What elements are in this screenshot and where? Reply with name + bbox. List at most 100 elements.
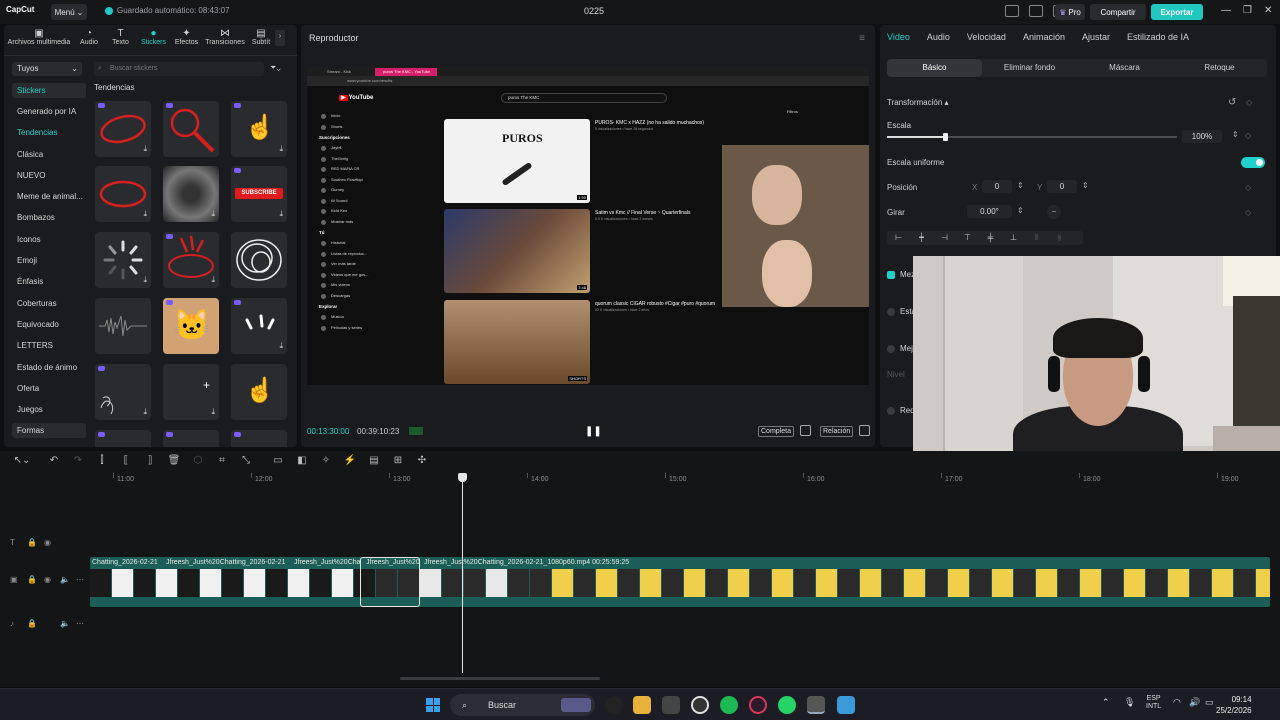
blend-checkbox[interactable] — [887, 271, 895, 279]
stepper-icon[interactable]: ⇕ — [1017, 206, 1024, 215]
category-select[interactable]: Tuyos ⌄ — [12, 62, 82, 76]
reduce-checkbox[interactable] — [887, 407, 895, 415]
editor-icon[interactable] — [837, 696, 855, 714]
align-left-icon[interactable]: ⊢ — [887, 231, 910, 245]
sticker-partial-2[interactable] — [163, 430, 219, 447]
sticker-subscribe[interactable]: SUBSCRIBE ⤓ — [231, 166, 287, 222]
download-icon[interactable]: ⤓ — [279, 209, 283, 219]
subtab-retouch[interactable]: Retoque — [1172, 59, 1267, 77]
uniform-scale-toggle[interactable] — [1241, 157, 1265, 168]
sticker-twinkle[interactable]: + ⤓ — [163, 364, 219, 420]
windows-start-icon[interactable] — [426, 698, 440, 712]
pro-button[interactable]: ♛ Pro — [1055, 4, 1085, 20]
sticker-category-item[interactable]: Iconos — [12, 232, 86, 253]
split-icon[interactable]: ⫿ — [90, 455, 114, 466]
pos-x-input[interactable]: 0 — [982, 180, 1012, 193]
ratio-button[interactable]: Relación — [820, 426, 854, 437]
sticker-category-item[interactable]: Tendencias — [12, 125, 86, 146]
magic-icon[interactable]: ⚡ — [338, 455, 362, 466]
download-icon[interactable]: ⤓ — [211, 407, 215, 417]
crop-icon[interactable]: ⌗ — [210, 455, 234, 466]
playhead[interactable] — [458, 473, 467, 673]
lock-icon[interactable]: 🔒 — [27, 619, 37, 628]
volume-icon[interactable]: 🔈 — [60, 575, 70, 584]
sticker-category-item[interactable]: Equivocado — [12, 317, 86, 338]
chevron-up-icon[interactable]: ⌃ — [1102, 697, 1110, 708]
fullscreen-icon[interactable] — [859, 425, 870, 436]
sticker-cat[interactable]: 🐱 — [163, 298, 219, 354]
tab-audio[interactable]: ◔ Audio — [74, 25, 104, 51]
capcut-active-icon[interactable] — [807, 696, 825, 714]
slider-handle[interactable] — [943, 133, 948, 141]
download-icon[interactable]: ⤓ — [143, 407, 147, 417]
clock[interactable]: 09:14 25/2/2026 — [1216, 694, 1252, 716]
microphone-icon[interactable]: 🎙 — [1124, 697, 1135, 708]
ai-tools-icon[interactable]: ⊞ — [386, 455, 410, 466]
sticker-category-item[interactable]: Generado por IA — [12, 104, 86, 125]
pause-button[interactable]: ❚❚ — [585, 426, 602, 437]
eye-icon[interactable]: ◉ — [44, 538, 51, 547]
sticker-category-item[interactable]: Formas — [12, 423, 86, 439]
tab-transitions[interactable]: ⋈ Transiciones — [203, 25, 247, 51]
tab-stickers[interactable]: ● Stickers — [137, 25, 170, 51]
align-top-icon[interactable]: ⊤ — [956, 231, 979, 245]
video-preview[interactable]: Stream - Kick Dashboard puros The KMC - … — [307, 67, 869, 385]
download-icon[interactable]: ⤓ — [211, 209, 215, 219]
download-icon[interactable]: ⤓ — [143, 209, 147, 219]
sticker-category-item[interactable]: Juegos — [12, 402, 86, 423]
timeline-scrollbar[interactable] — [400, 677, 600, 680]
select-tool-icon[interactable]: ↖⌄ — [10, 455, 34, 466]
tab-subtitles[interactable]: ▤ Subtít — [247, 25, 275, 51]
close-icon[interactable]: ✕ — [1264, 5, 1272, 16]
keyframe-icon[interactable]: ◇ — [1245, 183, 1251, 192]
effects-icon[interactable]: ✧ — [314, 455, 338, 466]
maps-icon[interactable] — [605, 696, 623, 714]
volume-icon[interactable]: 🔈 — [60, 619, 70, 628]
lock-icon[interactable]: 🔒 — [27, 575, 37, 584]
download-icon[interactable]: ⤓ — [211, 275, 215, 285]
keyframe-icon[interactable]: ◇ — [1246, 98, 1252, 107]
stabilize-checkbox[interactable] — [887, 308, 895, 316]
sticker-red-burst[interactable]: ⤓ — [163, 232, 219, 288]
tab-audio[interactable]: Audio — [927, 32, 950, 42]
scale-value[interactable]: 100% — [1182, 130, 1222, 143]
sticker-category-item[interactable]: Coberturas — [12, 296, 86, 317]
align-right-icon[interactable]: ⊣ — [933, 231, 956, 245]
sticker-category-item[interactable]: LETTERS — [12, 338, 86, 359]
sticker-category-item[interactable]: Oferta — [12, 381, 86, 402]
tab-adjust[interactable]: Ajustar — [1082, 32, 1110, 42]
split-right-icon[interactable]: ⟧ — [138, 455, 162, 466]
menu-button[interactable]: Menú ⌄ — [51, 4, 87, 20]
maximize-icon[interactable]: ❐ — [1243, 5, 1252, 16]
delete-icon[interactable]: 🗑 — [162, 455, 186, 466]
undo-icon[interactable]: ↶ — [42, 455, 66, 466]
selected-clip[interactable] — [360, 557, 420, 607]
sticker-magnifier[interactable] — [163, 101, 219, 157]
video-track[interactable]: Chatting_2026-02-21 Jfreesh_Just%20Chatt… — [90, 557, 1270, 607]
download-icon[interactable]: ⤓ — [279, 341, 283, 351]
layout-icon[interactable] — [1005, 5, 1019, 17]
sticker-hand-pointer[interactable]: ☝ ⤓ — [231, 101, 287, 157]
keyframe-icon[interactable]: ◇ — [1245, 208, 1251, 217]
sticker-category-item[interactable]: Bombazos — [12, 210, 86, 231]
speed-icon[interactable]: ⤡ — [234, 455, 258, 466]
subtitle-icon[interactable]: ▤ — [362, 455, 386, 466]
keyboard-icon[interactable] — [1029, 5, 1043, 17]
minimize-icon[interactable]: — — [1221, 5, 1231, 16]
obs-icon[interactable] — [691, 696, 709, 714]
sticker-category-item[interactable]: Meme de animal... — [12, 189, 86, 210]
shield-icon[interactable]: ⬡ — [186, 455, 210, 466]
rotate-dial-icon[interactable]: – — [1047, 205, 1061, 219]
search-input[interactable]: ⌕ Buscar stickers — [94, 62, 264, 76]
redo-icon[interactable]: ↷ — [66, 455, 90, 466]
distribute-v-icon[interactable]: ⫵ — [1048, 231, 1071, 245]
lock-icon[interactable]: 🔒 — [27, 538, 37, 547]
tab-ai-style[interactable]: Estilizado de IA — [1127, 32, 1189, 42]
capcut-app-icon[interactable] — [662, 696, 680, 714]
tab-video[interactable]: Video — [887, 32, 910, 42]
sticker-waveform[interactable] — [95, 298, 151, 354]
battery-icon[interactable]: ▭ — [1205, 697, 1214, 708]
volume-icon[interactable]: 🔊 — [1189, 697, 1200, 708]
stepper-icon[interactable]: ⇕ — [1017, 181, 1024, 190]
keyframe-icon[interactable]: ◇ — [1245, 131, 1251, 140]
